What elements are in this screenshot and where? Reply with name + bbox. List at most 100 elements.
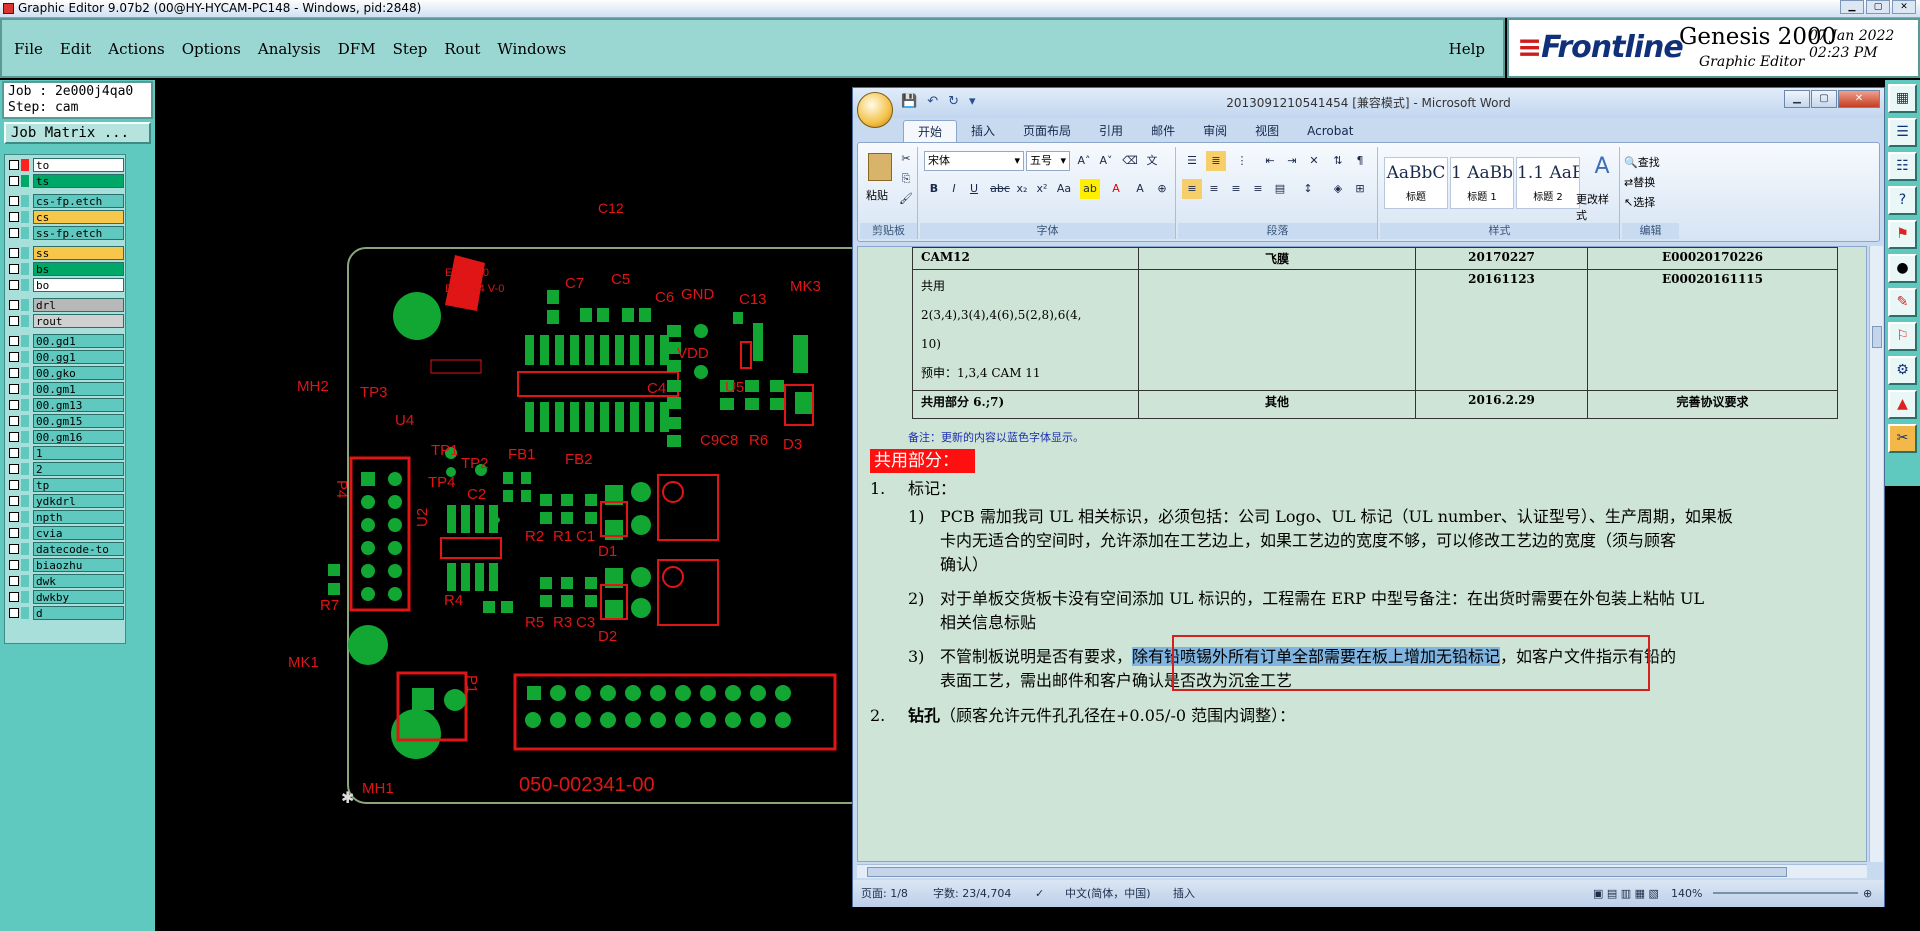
layer-row[interactable]: to bbox=[6, 157, 124, 173]
italic-icon[interactable]: I bbox=[944, 179, 964, 199]
ribbon-tab[interactable]: 视图 bbox=[1241, 120, 1293, 142]
tool-button-1[interactable]: ▦ bbox=[1888, 84, 1917, 113]
layer-row[interactable]: dwk bbox=[6, 573, 124, 589]
copy-icon[interactable]: ⎘ bbox=[896, 169, 916, 189]
tool-button-5[interactable]: ⚑ bbox=[1888, 220, 1917, 249]
layer-row[interactable]: bs bbox=[6, 261, 124, 277]
tool-button-11[interactable]: ✂ bbox=[1888, 424, 1917, 453]
layer-checkbox[interactable] bbox=[9, 576, 19, 586]
layer-name[interactable]: biaozhu bbox=[33, 558, 124, 572]
layer-swatch[interactable] bbox=[21, 263, 29, 275]
menu-rout[interactable]: Rout bbox=[444, 40, 480, 58]
page-count[interactable]: 页面: 1/8 bbox=[861, 880, 908, 907]
find-button[interactable]: 🔍查找 bbox=[1624, 153, 1660, 173]
graphic-canvas[interactable]: ✱ E204460 D1 S 94 V-0 C12 C7 C5 C6 GND C… bbox=[155, 80, 855, 931]
snap-icon[interactable]: ● bbox=[1888, 254, 1917, 283]
ribbon-tab[interactable]: 插入 bbox=[957, 120, 1009, 142]
bold-icon[interactable]: B bbox=[924, 179, 944, 199]
menu-windows[interactable]: Windows bbox=[497, 40, 566, 58]
layer-name[interactable]: dwkby bbox=[33, 590, 124, 604]
layer-name[interactable]: dwk bbox=[33, 574, 124, 588]
menu-dfm[interactable]: DFM bbox=[338, 40, 376, 58]
style-preset[interactable]: AaBbC 标题 bbox=[1384, 157, 1448, 209]
tool-button-7[interactable]: ✎ bbox=[1888, 288, 1917, 317]
font-size-box[interactable]: 五号 ▾ bbox=[1026, 151, 1070, 171]
font-name-box[interactable]: 宋体 ▾ bbox=[924, 151, 1024, 171]
menu-analysis[interactable]: Analysis bbox=[258, 40, 321, 58]
layer-row[interactable]: 00.gko bbox=[6, 365, 124, 381]
view-buttons[interactable]: ▣ ▤ ▥ ▦ ▧ bbox=[1593, 880, 1659, 907]
layer-name[interactable]: bs bbox=[33, 262, 124, 276]
layer-row[interactable]: ss-fp.etch bbox=[6, 225, 124, 241]
layer-swatch[interactable] bbox=[21, 559, 29, 571]
layer-row[interactable]: 1 bbox=[6, 445, 124, 461]
cut-icon[interactable]: ✂ bbox=[896, 149, 916, 169]
layer-swatch[interactable] bbox=[21, 159, 29, 171]
layer-name[interactable]: ts bbox=[33, 174, 124, 188]
phonetic-icon[interactable]: 文 bbox=[1142, 151, 1162, 171]
layer-checkbox[interactable] bbox=[9, 176, 19, 186]
ribbon-tab[interactable]: Acrobat bbox=[1293, 120, 1367, 142]
layer-checkbox[interactable] bbox=[9, 560, 19, 570]
vertical-scrollbar[interactable] bbox=[1869, 246, 1883, 862]
layer-name[interactable]: ss bbox=[33, 246, 124, 260]
line-spacing-icon[interactable]: ↕ bbox=[1298, 179, 1318, 199]
layer-checkbox[interactable] bbox=[9, 280, 19, 290]
multilevel-icon[interactable]: ⋮ bbox=[1232, 151, 1252, 171]
menu-options[interactable]: Options bbox=[182, 40, 241, 58]
layer-checkbox[interactable] bbox=[9, 212, 19, 222]
layer-name[interactable]: cvia bbox=[33, 526, 124, 540]
menu-step[interactable]: Step bbox=[393, 40, 428, 58]
ribbon-tab[interactable]: 引用 bbox=[1085, 120, 1137, 142]
layer-swatch[interactable] bbox=[21, 479, 29, 491]
tool-button-8[interactable]: ⚐ bbox=[1888, 322, 1917, 351]
layer-row[interactable]: dwkby bbox=[6, 589, 124, 605]
word-count[interactable]: 字数: 23/4,704 bbox=[933, 880, 1011, 907]
shrink-font-icon[interactable]: A˅ bbox=[1096, 151, 1116, 171]
layer-name[interactable]: 00.gm15 bbox=[33, 414, 124, 428]
zoom-level[interactable]: 140% bbox=[1671, 880, 1702, 907]
layer-checkbox[interactable] bbox=[9, 300, 19, 310]
layer-swatch[interactable] bbox=[21, 463, 29, 475]
zoom-in-icon[interactable]: ⊕ bbox=[1863, 880, 1872, 907]
justify-icon[interactable]: ≡ bbox=[1248, 179, 1268, 199]
layer-row[interactable]: cvia bbox=[6, 525, 124, 541]
style-preset[interactable]: 1.1 AaBb标题 2 bbox=[1516, 157, 1580, 209]
tool-button-2[interactable]: ☰ bbox=[1888, 118, 1917, 147]
close-button[interactable]: ✕ bbox=[1892, 0, 1916, 14]
layer-row[interactable]: drl bbox=[6, 297, 124, 313]
tool-button-10[interactable]: ▲ bbox=[1888, 390, 1917, 419]
layer-swatch[interactable] bbox=[21, 383, 29, 395]
layer-checkbox[interactable] bbox=[9, 352, 19, 362]
save-icon[interactable]: 💾 bbox=[901, 94, 917, 109]
change-case-icon[interactable]: Aa bbox=[1054, 179, 1074, 199]
layer-checkbox[interactable] bbox=[9, 608, 19, 618]
layer-swatch[interactable] bbox=[21, 175, 29, 187]
layer-name[interactable]: 1 bbox=[33, 446, 124, 460]
layer-checkbox[interactable] bbox=[9, 160, 19, 170]
font-color-icon[interactable]: A bbox=[1106, 179, 1126, 199]
borders-icon[interactable]: ⊞ bbox=[1350, 179, 1370, 199]
layer-checkbox[interactable] bbox=[9, 416, 19, 426]
layer-swatch[interactable] bbox=[21, 367, 29, 379]
layer-row[interactable]: rout bbox=[6, 313, 124, 329]
decrease-indent-icon[interactable]: ⇤ bbox=[1260, 151, 1280, 171]
layer-row[interactable]: cs-fp.etch bbox=[6, 193, 124, 209]
layer-name[interactable]: d bbox=[33, 606, 124, 620]
increase-indent-icon[interactable]: ⇥ bbox=[1282, 151, 1302, 171]
layer-checkbox[interactable] bbox=[9, 400, 19, 410]
zoom-slider[interactable] bbox=[1713, 892, 1858, 894]
word-close-button[interactable]: ✕ bbox=[1838, 90, 1880, 108]
layer-swatch[interactable] bbox=[21, 279, 29, 291]
layer-name[interactable]: datecode-to bbox=[33, 542, 124, 556]
layer-name[interactable]: ss-fp.etch bbox=[33, 226, 124, 240]
layer-checkbox[interactable] bbox=[9, 368, 19, 378]
layer-row[interactable]: 00.gm13 bbox=[6, 397, 124, 413]
tool-button-3[interactable]: ☷ bbox=[1888, 152, 1917, 181]
word-minimize-button[interactable]: ▁ bbox=[1784, 90, 1810, 108]
layer-row[interactable]: d bbox=[6, 605, 124, 621]
numbering-icon[interactable]: ≣ bbox=[1206, 151, 1226, 171]
layer-row[interactable]: tp bbox=[6, 477, 124, 493]
replace-button[interactable]: ⇄替换 bbox=[1624, 173, 1660, 193]
enclose-char-icon[interactable]: ⊕ bbox=[1152, 179, 1172, 199]
